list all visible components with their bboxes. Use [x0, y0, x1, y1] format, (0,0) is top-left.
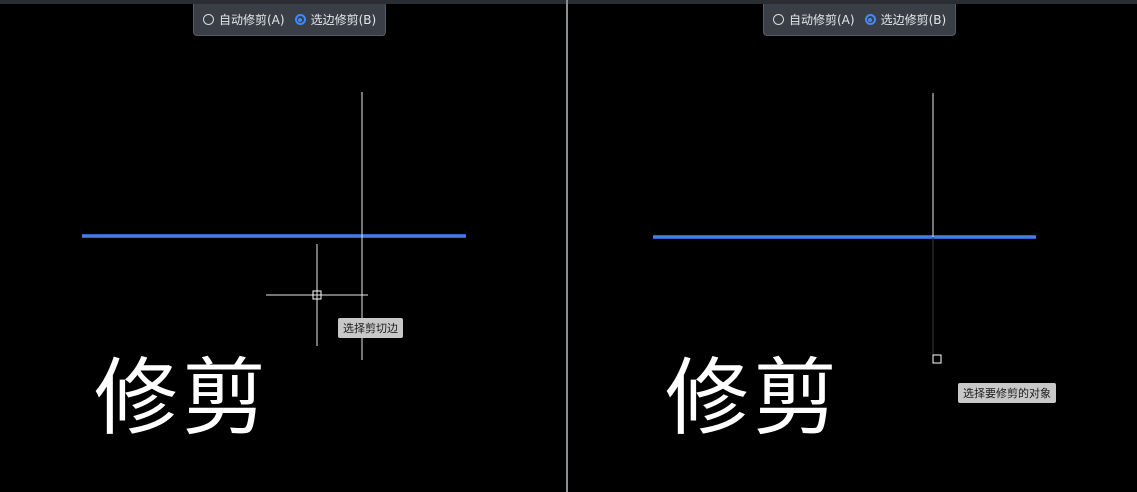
left-drawing-canvas[interactable] [0, 4, 566, 492]
right-edge-trim-option[interactable]: 选边修剪(B) [864, 11, 947, 28]
right-command-tooltip: 选择要修剪的对象 [958, 383, 1056, 403]
right-edge-trim-radio[interactable] [864, 14, 876, 25]
right-edge-trim-label: 选边修剪(B) [880, 13, 947, 27]
right-caption-text[interactable]: 修剪 [665, 356, 841, 440]
left-auto-trim-option[interactable]: 自动修剪(A) [203, 11, 285, 28]
left-drawing-viewport[interactable]: 自动修剪(A) 选边修剪(B) 选择剪切边 修剪 [0, 4, 566, 492]
right-trim-mode-bar: 自动修剪(A) 选边修剪(B) [763, 4, 957, 36]
left-edge-trim-option[interactable]: 选边修剪(B) [294, 11, 377, 28]
right-auto-trim-radio[interactable] [773, 14, 784, 25]
right-pickbox-icon [932, 354, 942, 364]
left-auto-trim-label: 自动修剪(A) [219, 13, 285, 27]
right-auto-trim-label: 自动修剪(A) [789, 13, 855, 27]
left-auto-trim-radio[interactable] [203, 14, 214, 25]
left-trim-mode-bar: 自动修剪(A) 选边修剪(B) [193, 4, 387, 36]
right-auto-trim-option[interactable]: 自动修剪(A) [773, 11, 855, 28]
right-drawing-canvas[interactable] [568, 4, 1137, 492]
left-command-tooltip: 选择剪切边 [338, 318, 403, 338]
right-drawing-viewport[interactable]: 自动修剪(A) 选边修剪(B) 选择要修剪的对象 修剪 [568, 4, 1137, 492]
left-edge-trim-radio[interactable] [294, 14, 306, 25]
left-caption-text[interactable]: 修剪 [94, 356, 270, 440]
left-edge-trim-label: 选边修剪(B) [310, 13, 377, 27]
cad-screen: 自动修剪(A) 选边修剪(B) 选择剪切边 修剪 自动修剪(A) 选边修剪(B)… [0, 0, 1137, 492]
